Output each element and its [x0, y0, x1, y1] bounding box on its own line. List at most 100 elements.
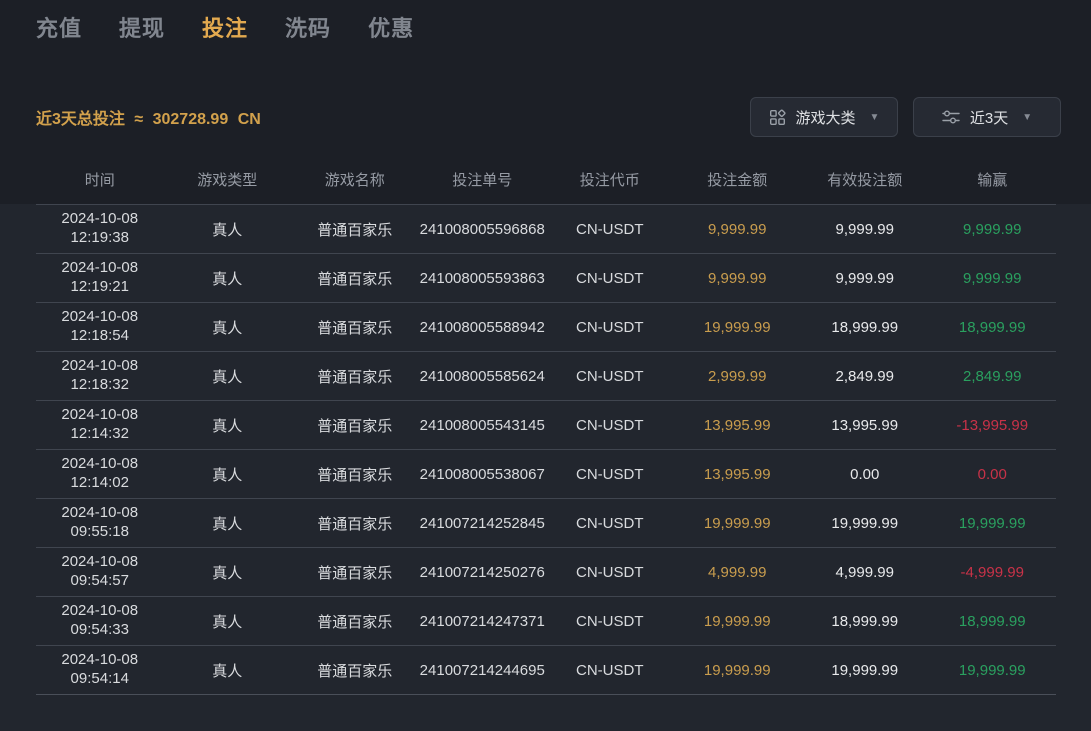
cell-bet-token: CN-USDT — [546, 417, 674, 434]
bet-date: 2024-10-08 — [36, 259, 164, 278]
game-category-dropdown[interactable]: 游戏大类 ▼ — [750, 97, 898, 137]
cell-bet-token: CN-USDT — [546, 270, 674, 287]
cell-valid-amount: 18,999.99 — [801, 319, 929, 336]
cell-game-name: 普通百家乐 — [291, 415, 419, 436]
cell-game-name: 普通百家乐 — [291, 268, 419, 289]
cell-win-loss: 19,999.99 — [929, 662, 1057, 679]
tab-提现[interactable]: 提现 — [119, 14, 165, 44]
tab-投注[interactable]: 投注 — [202, 14, 248, 44]
cell-game-name: 普通百家乐 — [291, 513, 419, 534]
cell-time: 2024-10-08 09:54:33 — [36, 602, 164, 640]
cell-game-name: 普通百家乐 — [291, 464, 419, 485]
table-row: 2024-10-08 12:14:02 真人 普通百家乐 24100800553… — [36, 449, 1056, 498]
cell-valid-amount: 9,999.99 — [801, 270, 929, 287]
cell-game-name: 普通百家乐 — [291, 317, 419, 338]
cell-time: 2024-10-08 12:19:21 — [36, 259, 164, 297]
summary-value: 302728.99 — [153, 111, 229, 128]
cell-bet-token: CN-USDT — [546, 319, 674, 336]
header-game-name: 游戏名称 — [291, 169, 419, 190]
cell-bet-number: 241008005588942 — [419, 319, 547, 336]
cell-game-type: 真人 — [164, 611, 292, 632]
cell-valid-amount: 4,999.99 — [801, 564, 929, 581]
cell-bet-amount: 2,999.99 — [674, 368, 802, 385]
cell-bet-number: 241008005543145 — [419, 417, 547, 434]
cell-bet-token: CN-USDT — [546, 564, 674, 581]
cell-bet-number: 241008005596868 — [419, 221, 547, 238]
bet-time: 12:19:38 — [36, 229, 164, 248]
tab-充值[interactable]: 充值 — [36, 14, 82, 44]
header-valid-amount: 有效投注额 — [801, 169, 929, 190]
cell-game-type: 真人 — [164, 513, 292, 534]
cell-time: 2024-10-08 12:19:38 — [36, 210, 164, 248]
header-win-loss: 输赢 — [929, 169, 1057, 190]
bet-date: 2024-10-08 — [36, 308, 164, 327]
cell-valid-amount: 19,999.99 — [801, 662, 929, 679]
cell-time: 2024-10-08 09:54:57 — [36, 553, 164, 591]
bet-time: 12:19:21 — [36, 278, 164, 297]
header-time: 时间 — [36, 169, 164, 190]
bet-history-table: 时间 游戏类型 游戏名称 投注单号 投注代币 投注金额 有效投注额 输赢 202… — [36, 155, 1056, 695]
cell-win-loss: 9,999.99 — [929, 270, 1057, 287]
cell-bet-number: 241007214250276 — [419, 564, 547, 581]
sliders-icon — [942, 109, 960, 125]
cell-bet-token: CN-USDT — [546, 221, 674, 238]
cell-bet-token: CN-USDT — [546, 662, 674, 679]
top-nav: 充值 提现 投注 洗码 优惠 — [0, 0, 1091, 44]
bet-time: 12:18:32 — [36, 376, 164, 395]
date-range-label: 近3天 — [970, 107, 1008, 128]
cell-bet-token: CN-USDT — [546, 466, 674, 483]
date-range-dropdown[interactable]: 近3天 ▼ — [913, 97, 1061, 137]
total-bet-summary: 近3天总投注 ≈ 302728.99 CN — [36, 105, 261, 129]
cell-win-loss: 2,849.99 — [929, 368, 1057, 385]
table-row: 2024-10-08 09:54:33 真人 普通百家乐 24100721424… — [36, 596, 1056, 645]
bet-time: 12:18:54 — [36, 327, 164, 346]
bet-date: 2024-10-08 — [36, 553, 164, 572]
cell-bet-amount: 19,999.99 — [674, 613, 802, 630]
cell-game-type: 真人 — [164, 317, 292, 338]
cell-game-name: 普通百家乐 — [291, 366, 419, 387]
table-row: 2024-10-08 09:54:57 真人 普通百家乐 24100721425… — [36, 547, 1056, 596]
cell-bet-number: 241008005538067 — [419, 466, 547, 483]
cell-bet-token: CN-USDT — [546, 368, 674, 385]
bet-date: 2024-10-08 — [36, 406, 164, 425]
bet-time: 09:54:57 — [36, 572, 164, 591]
cell-bet-amount: 19,999.99 — [674, 662, 802, 679]
cell-bet-amount: 9,999.99 — [674, 270, 802, 287]
table-row: 2024-10-08 09:55:18 真人 普通百家乐 24100721425… — [36, 498, 1056, 547]
bet-time: 09:55:18 — [36, 523, 164, 542]
bet-date: 2024-10-08 — [36, 357, 164, 376]
cell-bet-amount: 19,999.99 — [674, 319, 802, 336]
cell-bet-amount: 13,995.99 — [674, 466, 802, 483]
cell-game-type: 真人 — [164, 660, 292, 681]
table-row: 2024-10-08 12:14:32 真人 普通百家乐 24100800554… — [36, 400, 1056, 449]
cell-valid-amount: 0.00 — [801, 466, 929, 483]
cell-valid-amount: 18,999.99 — [801, 613, 929, 630]
cell-time: 2024-10-08 09:54:14 — [36, 651, 164, 689]
cell-win-loss: -4,999.99 — [929, 564, 1057, 581]
cell-bet-amount: 9,999.99 — [674, 221, 802, 238]
header-game-type: 游戏类型 — [164, 169, 292, 190]
cell-bet-number: 241007214247371 — [419, 613, 547, 630]
cell-bet-amount: 19,999.99 — [674, 515, 802, 532]
cell-valid-amount: 9,999.99 — [801, 221, 929, 238]
cell-game-type: 真人 — [164, 464, 292, 485]
cell-bet-amount: 4,999.99 — [674, 564, 802, 581]
cell-game-type: 真人 — [164, 562, 292, 583]
cell-bet-number: 241008005593863 — [419, 270, 547, 287]
table-body: 2024-10-08 12:19:38 真人 普通百家乐 24100800559… — [36, 204, 1056, 695]
cell-win-loss: 19,999.99 — [929, 515, 1057, 532]
cell-time: 2024-10-08 12:18:32 — [36, 357, 164, 395]
cell-game-name: 普通百家乐 — [291, 611, 419, 632]
header-bet-amount: 投注金额 — [674, 169, 802, 190]
game-category-label: 游戏大类 — [796, 107, 856, 128]
table-row: 2024-10-08 12:18:54 真人 普通百家乐 24100800558… — [36, 302, 1056, 351]
cell-game-name: 普通百家乐 — [291, 219, 419, 240]
tab-优惠[interactable]: 优惠 — [368, 14, 414, 44]
table-header-row: 时间 游戏类型 游戏名称 投注单号 投注代币 投注金额 有效投注额 输赢 — [36, 155, 1056, 204]
cell-game-name: 普通百家乐 — [291, 660, 419, 681]
bet-time: 09:54:14 — [36, 670, 164, 689]
chevron-down-icon: ▼ — [1022, 112, 1032, 123]
tab-洗码[interactable]: 洗码 — [285, 14, 331, 44]
cell-valid-amount: 19,999.99 — [801, 515, 929, 532]
cell-game-type: 真人 — [164, 415, 292, 436]
